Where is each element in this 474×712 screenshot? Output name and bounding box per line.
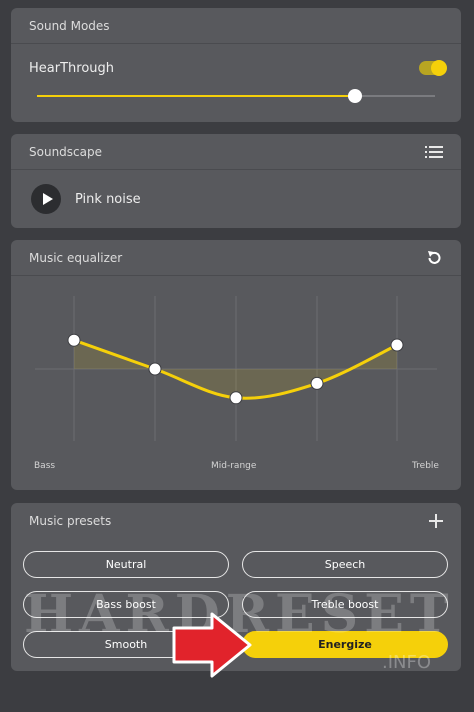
slider-thumb[interactable] <box>348 89 363 103</box>
preset-treble-boost[interactable]: Treble boost <box>242 591 448 618</box>
toggle-knob <box>431 60 447 76</box>
add-icon[interactable] <box>429 513 443 528</box>
equalizer-card: Music equalizer Bass Mid-range Treble <box>11 240 461 490</box>
sound-modes-title: Sound Modes <box>29 18 110 33</box>
hearthrough-toggle[interactable] <box>419 60 447 76</box>
bass-label: Bass <box>34 461 56 471</box>
eq-band-handle-3[interactable] <box>310 376 324 390</box>
soundscape-track-label: Pink noise <box>75 191 141 207</box>
play-icon <box>42 193 53 205</box>
slider-fill <box>37 95 356 97</box>
soundscape-header: Soundscape <box>11 134 461 170</box>
soundscape-card: Soundscape Pink noise <box>11 134 461 228</box>
eq-band-handle-4[interactable] <box>390 338 404 352</box>
eq-band-handle-2[interactable] <box>229 391 243 405</box>
eq-band-handle-1[interactable] <box>148 362 162 376</box>
list-icon[interactable] <box>425 145 443 159</box>
soundscape-track-row[interactable]: Pink noise <box>11 170 461 228</box>
soundscape-title: Soundscape <box>29 144 102 159</box>
play-button[interactable] <box>31 184 61 214</box>
sound-modes-header: Sound Modes <box>11 8 461 44</box>
hearthrough-level-slider[interactable] <box>37 89 435 103</box>
hearthrough-label: HearThrough <box>29 60 115 76</box>
sound-modes-card: Sound Modes HearThrough <box>11 8 461 122</box>
treble-label: Treble <box>412 461 439 471</box>
presets-title: Music presets <box>29 513 112 528</box>
eq-band-handle-0[interactable] <box>67 333 81 347</box>
hearthrough-row: HearThrough <box>11 48 461 88</box>
reset-icon[interactable] <box>425 249 443 267</box>
preset-neutral[interactable]: Neutral <box>23 551 229 578</box>
midrange-label: Mid-range <box>211 461 257 471</box>
preset-energize[interactable]: Energize <box>242 631 448 658</box>
red-arrow-icon <box>172 612 252 678</box>
preset-speech[interactable]: Speech <box>242 551 448 578</box>
equalizer-header: Music equalizer <box>11 240 461 276</box>
equalizer-graph[interactable] <box>11 276 461 454</box>
equalizer-title: Music equalizer <box>29 250 123 265</box>
presets-header: Music presets <box>11 503 461 538</box>
